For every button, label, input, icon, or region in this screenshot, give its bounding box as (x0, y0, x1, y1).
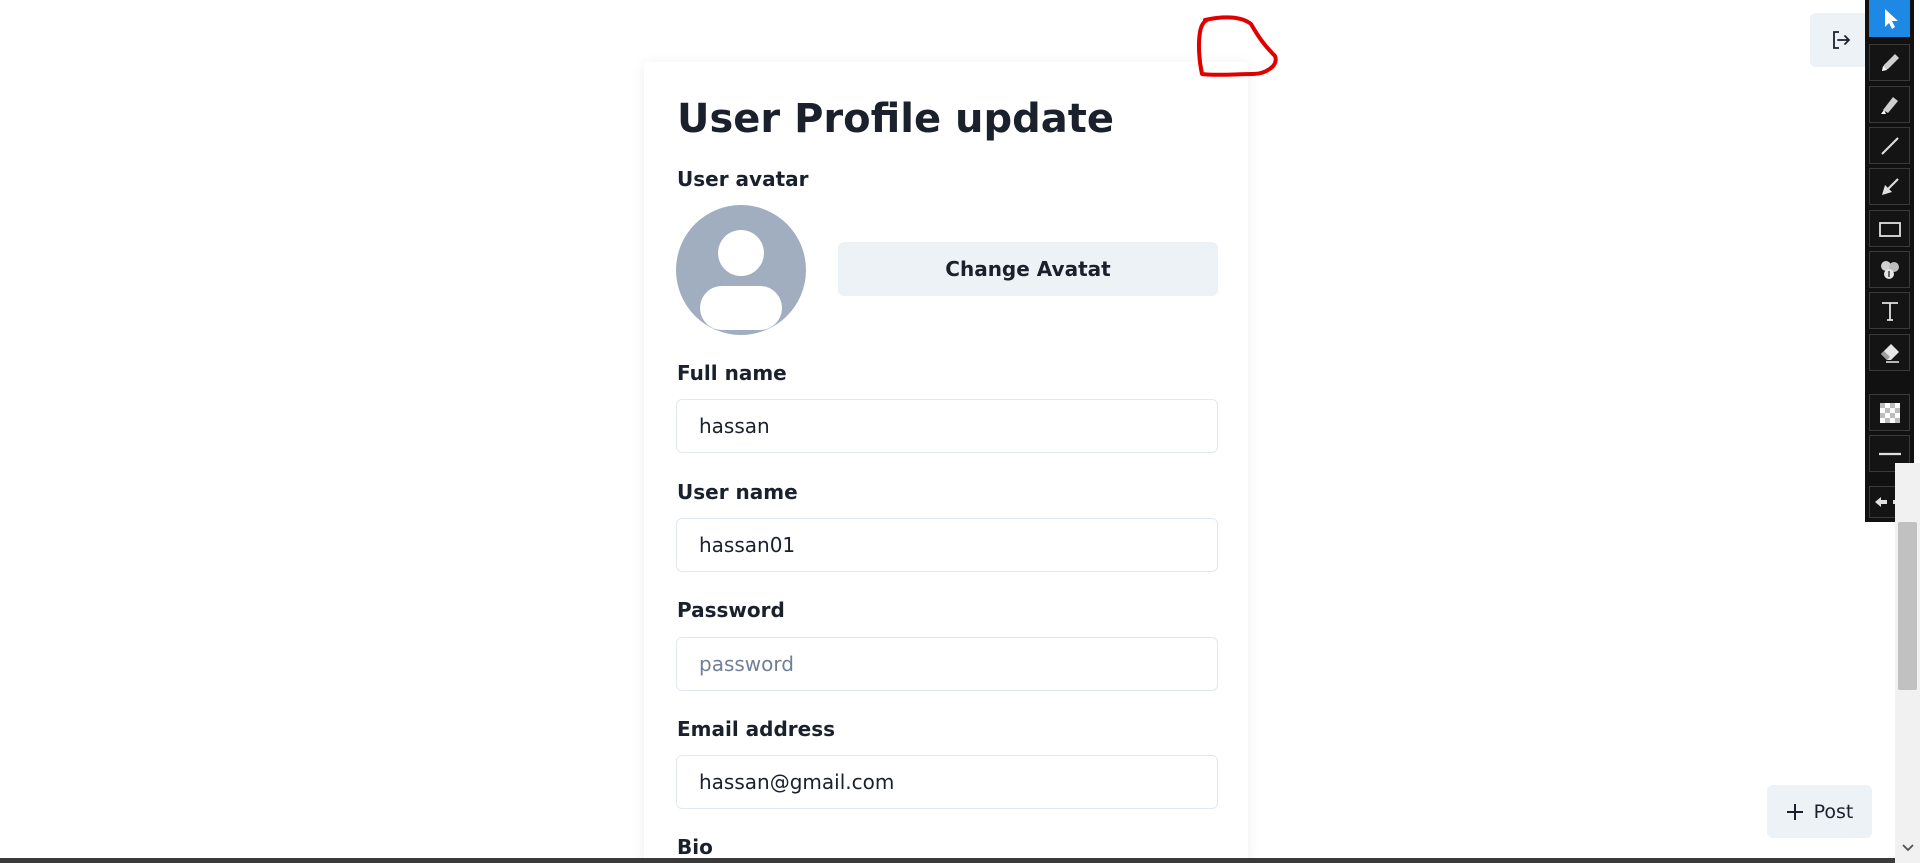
chevron-down-icon (1901, 843, 1914, 851)
logout-button[interactable] (1810, 13, 1872, 67)
user-silhouette-icon (700, 230, 782, 330)
text-tool-button[interactable] (1869, 292, 1910, 329)
scroll-down-button[interactable] (1897, 840, 1918, 855)
line-tool-button[interactable] (1869, 127, 1910, 164)
stroke-width-icon (1878, 452, 1901, 455)
pencil-tool-button[interactable] (1869, 44, 1910, 81)
user-name-label: User name (677, 480, 798, 504)
page-title: User Profile update (677, 96, 1114, 142)
profile-card: User Profile update User avatar Change A… (644, 62, 1248, 862)
eraser-icon (1880, 343, 1899, 363)
post-button[interactable]: Post (1767, 785, 1872, 838)
transparency-tool-button[interactable] (1869, 394, 1910, 431)
eraser-tool-button[interactable] (1869, 334, 1910, 371)
plus-icon (1786, 803, 1803, 820)
rectangle-icon (1878, 221, 1901, 237)
arrow-icon (1881, 177, 1899, 195)
avatar-label: User avatar (677, 167, 809, 191)
arrow-tool-button[interactable] (1869, 168, 1910, 205)
avatar (676, 205, 806, 335)
password-input[interactable] (676, 637, 1218, 691)
bottom-edge-bar (0, 858, 1895, 863)
numbered-counter-icon (1880, 260, 1899, 279)
cursor-icon (1884, 8, 1898, 29)
rectangle-tool-button[interactable] (1869, 210, 1910, 247)
pencil-icon (1881, 53, 1899, 71)
user-name-input[interactable] (676, 518, 1218, 572)
checkerboard-icon (1879, 402, 1900, 423)
email-input[interactable] (676, 755, 1218, 809)
annotation-toolbar (1865, 0, 1914, 522)
full-name-label: Full name (677, 361, 787, 385)
email-label: Email address (677, 717, 836, 741)
bio-label: Bio (677, 835, 713, 859)
post-button-label: Post (1813, 800, 1854, 823)
scrollbar-thumb[interactable] (1898, 522, 1917, 690)
text-icon (1881, 301, 1898, 321)
marker-tool-button[interactable] (1869, 86, 1910, 123)
full-name-input[interactable] (676, 399, 1218, 453)
password-label: Password (677, 598, 785, 622)
change-avatar-button[interactable]: Change Avatat (838, 242, 1218, 296)
marker-icon (1880, 96, 1898, 114)
red-scribble-annotation (1196, 15, 1278, 77)
counter-tool-button[interactable] (1869, 251, 1910, 288)
select-tool-button[interactable] (1869, 0, 1910, 37)
logout-icon (1833, 31, 1850, 49)
line-icon (1880, 136, 1899, 155)
